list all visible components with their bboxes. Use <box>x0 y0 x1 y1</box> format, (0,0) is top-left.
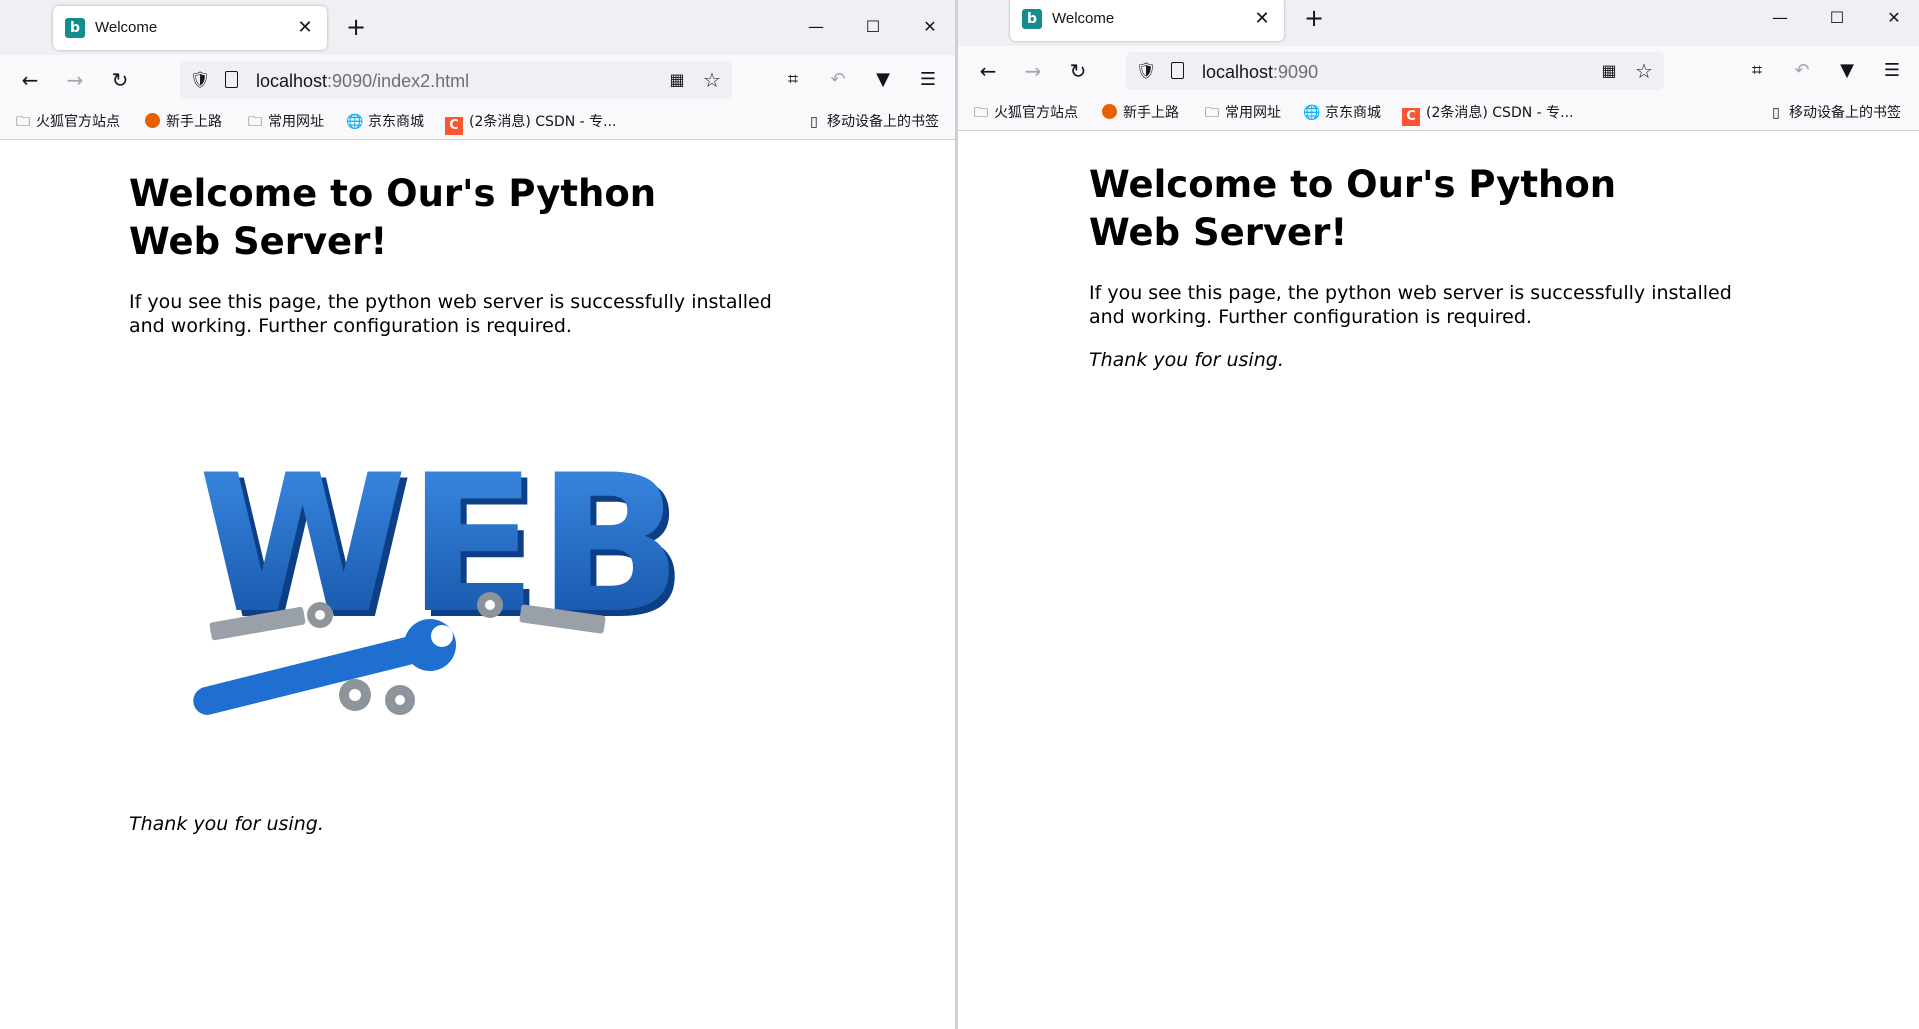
vivaldi-icon[interactable]: ▼ <box>1832 56 1862 86</box>
browser-window-left: b Welcome ✕ + — ☐ ✕ ← → ↻ 🛡 localhost:90… <box>0 0 955 1029</box>
csdn-icon: C <box>1402 108 1420 126</box>
forward-icon[interactable]: → <box>1017 55 1049 87</box>
url-bar[interactable]: 🛡 localhost:9090/index2.html ▦ ☆ <box>180 61 732 99</box>
tab-welcome[interactable]: b Welcome ✕ <box>53 6 327 50</box>
nav-bar: ← → ↻ 🛡 localhost:9090 ▦ ☆ ⌗ ↶ ▼ ☰ <box>958 46 1919 96</box>
close-tab-icon[interactable]: ✕ <box>293 16 317 40</box>
mobile-bookmarks[interactable]: ▯ 移动设备上的书签 <box>805 111 939 133</box>
close-window-icon[interactable]: ✕ <box>915 12 945 42</box>
page-icon[interactable] <box>1168 59 1188 83</box>
back-icon[interactable]: ← <box>14 64 46 96</box>
back-icon[interactable]: ← <box>972 55 1004 87</box>
tab-title: Welcome <box>95 19 158 36</box>
intro-paragraph: If you see this page, the python web ser… <box>129 291 772 337</box>
bookmark-item[interactable]: 🌐 京东商城 <box>346 111 424 133</box>
mobile-icon: ▯ <box>1772 105 1780 121</box>
new-tab-button[interactable]: + <box>1300 4 1328 32</box>
undo-icon[interactable]: ↶ <box>1787 56 1817 86</box>
bookmark-item[interactable]: 🗀 火狐官方站点 <box>14 111 120 133</box>
thanks-text: Thank you for using. <box>129 813 324 835</box>
thanks-text: Thank you for using. <box>1089 349 1284 371</box>
url-text[interactable]: localhost:9090 <box>1202 61 1318 83</box>
bookmark-item[interactable]: 新手上路 <box>1102 102 1179 124</box>
tab-bar: b Welcome ✕ + — ☐ ✕ <box>958 0 1919 46</box>
star-icon[interactable]: ☆ <box>1632 59 1656 83</box>
shield-icon[interactable]: 🛡 <box>1134 59 1158 83</box>
bookmark-item[interactable]: 🗀 常用网址 <box>1203 102 1281 124</box>
shield-icon[interactable]: 🛡 <box>188 68 212 92</box>
bookmarks-bar: 🗀 火狐官方站点 新手上路 🗀 常用网址 🌐 京东商城 C (2条消息) CSDN - … <box>958 96 1919 131</box>
bookmarks-bar: 🗀 火狐官方站点 新手上路 🗀 常用网址 🌐 京东商城 C (2条消息) CSDN - … <box>0 105 955 140</box>
reload-icon[interactable]: ↻ <box>1062 55 1094 87</box>
page-content: Welcome to Our's Python Web Server! If y… <box>0 140 955 1029</box>
mobile-icon: ▯ <box>810 114 818 130</box>
browser-window-right: b Welcome ✕ + — ☐ ✕ ← → ↻ 🛡 localhost:90… <box>958 0 1919 1029</box>
web-image: WEB WEB <box>193 434 688 715</box>
screenshot-icon[interactable]: ⌗ <box>778 65 808 95</box>
folder-icon: 🗀 <box>1205 105 1219 121</box>
intro-paragraph: If you see this page, the python web ser… <box>1089 282 1732 328</box>
nav-bar: ← → ↻ 🛡 localhost:9090/index2.html ▦ ☆ ⌗… <box>0 55 955 105</box>
qr-code-icon[interactable]: ▦ <box>1600 62 1618 80</box>
close-window-icon[interactable]: ✕ <box>1879 3 1909 33</box>
tab-bar: b Welcome ✕ + — ☐ ✕ <box>0 0 955 55</box>
page-title: Welcome to Our's Python Web Server! <box>1089 163 1617 254</box>
qr-code-icon[interactable]: ▦ <box>668 71 686 89</box>
reload-icon[interactable]: ↻ <box>104 64 136 96</box>
folder-icon: 🗀 <box>16 114 30 130</box>
bookmark-item[interactable]: C (2条消息) CSDN - 专... <box>445 111 617 135</box>
maximize-icon[interactable]: ☐ <box>1822 3 1852 33</box>
undo-icon[interactable]: ↶ <box>823 65 853 95</box>
menu-icon[interactable]: ☰ <box>913 65 943 95</box>
tab-title: Welcome <box>1052 10 1115 27</box>
tab-welcome[interactable]: b Welcome ✕ <box>1010 0 1284 41</box>
menu-icon[interactable]: ☰ <box>1877 56 1907 86</box>
bookmark-item[interactable]: 🌐 京东商城 <box>1303 102 1381 124</box>
folder-icon: 🗀 <box>974 105 988 121</box>
close-tab-icon[interactable]: ✕ <box>1250 7 1274 31</box>
screenshot-icon[interactable]: ⌗ <box>1742 56 1772 86</box>
page-icon[interactable] <box>222 68 242 92</box>
maximize-icon[interactable]: ☐ <box>858 12 888 42</box>
new-tab-button[interactable]: + <box>342 13 370 41</box>
globe-icon: 🌐 <box>1303 105 1321 121</box>
url-text[interactable]: localhost:9090/index2.html <box>256 70 469 92</box>
bing-favicon: b <box>65 18 85 38</box>
url-bar[interactable]: 🛡 localhost:9090 ▦ ☆ <box>1126 52 1664 90</box>
minimize-icon[interactable]: — <box>801 12 831 42</box>
bing-favicon: b <box>1022 9 1042 29</box>
globe-icon: 🌐 <box>346 114 364 130</box>
bookmark-item[interactable]: 🗀 火狐官方站点 <box>972 102 1078 124</box>
minimize-icon[interactable]: — <box>1765 3 1795 33</box>
bookmark-item[interactable]: C (2条消息) CSDN - 专... <box>1402 102 1574 126</box>
vivaldi-icon[interactable]: ▼ <box>868 65 898 95</box>
folder-icon: 🗀 <box>248 114 262 130</box>
star-icon[interactable]: ☆ <box>700 68 724 92</box>
page-title: Welcome to Our's Python Web Server! <box>129 172 657 263</box>
forward-icon[interactable]: → <box>59 64 91 96</box>
bookmark-item[interactable]: 新手上路 <box>145 111 222 133</box>
firefox-icon <box>1102 104 1117 119</box>
csdn-icon: C <box>445 117 463 135</box>
bookmark-item[interactable]: 🗀 常用网址 <box>246 111 324 133</box>
firefox-icon <box>145 113 160 128</box>
page-content: Welcome to Our's Python Web Server! If y… <box>958 131 1919 1029</box>
mobile-bookmarks[interactable]: ▯ 移动设备上的书签 <box>1767 102 1901 124</box>
